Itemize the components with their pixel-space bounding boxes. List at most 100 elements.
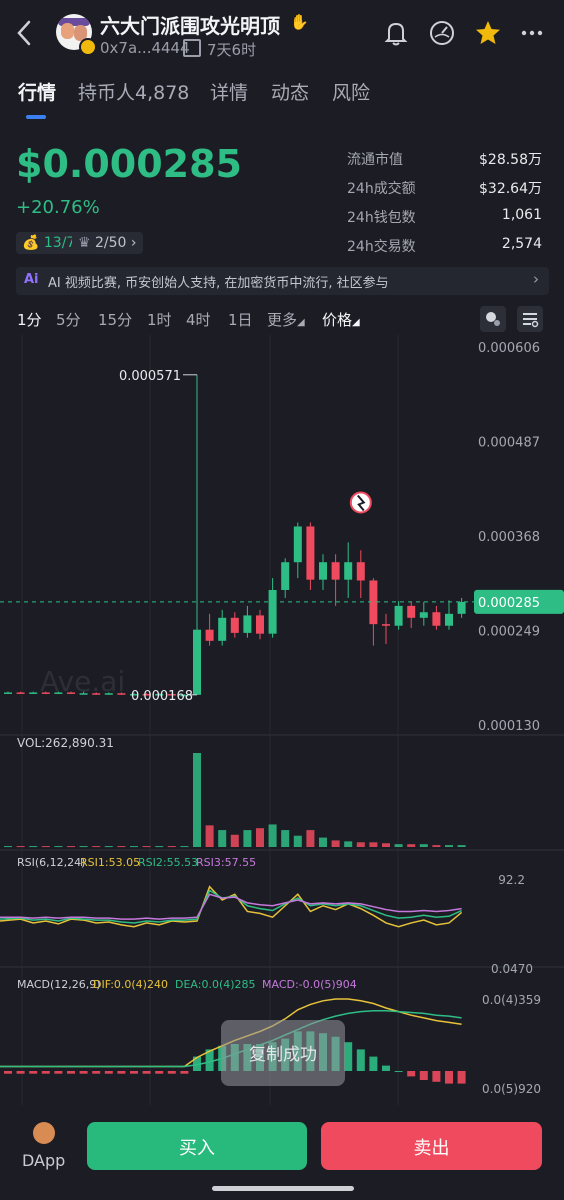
dapp-icon[interactable]	[33, 1122, 55, 1144]
ai-tag-icon: Ai	[24, 272, 39, 287]
caret-down-icon: ◢	[352, 317, 360, 328]
volume-bar	[319, 837, 327, 847]
money-bag-icon: 💰	[22, 235, 40, 251]
candle	[445, 613, 453, 626]
macd-histogram-bar	[41, 1071, 50, 1074]
timeframe-1m[interactable]: 1分	[17, 309, 42, 330]
volume-bar	[256, 828, 264, 847]
tab-risk[interactable]: 风险	[332, 78, 370, 105]
candle	[92, 693, 101, 695]
volume-bar	[281, 830, 290, 847]
price-mode-label: 价格	[322, 311, 353, 329]
candle	[331, 562, 340, 580]
volume-bar	[457, 845, 466, 847]
volume-bar	[344, 841, 353, 847]
stat-label-trades: 24h交易数	[347, 239, 416, 255]
copy-icon[interactable]	[183, 39, 201, 57]
chevron-right-icon: ›	[130, 235, 137, 251]
timeframe-15m[interactable]: 15分	[98, 309, 132, 330]
timeframe-1h[interactable]: 1时	[147, 309, 172, 330]
volume-bar	[293, 835, 302, 847]
ai-summary-bar[interactable]: Ai AI 视频比赛, 币安创始人支持, 在加密货币中流行, 社区参与 ›	[16, 267, 549, 295]
volume-bar	[382, 843, 390, 847]
macd-histogram-bar	[117, 1071, 126, 1074]
sell-button-label: 卖出	[413, 1138, 450, 1159]
candle	[268, 590, 277, 634]
candle	[16, 692, 25, 694]
star-icon[interactable]	[473, 18, 503, 48]
candlestick-chart[interactable]: Ave.ai 0.000606 0.000487 0.000368 0.000249 0…	[0, 335, 564, 1115]
volume-bar	[104, 846, 113, 848]
current-price-tag-text: 0.000285	[478, 596, 540, 611]
chart-settings-icon[interactable]	[517, 306, 543, 332]
volume-bar	[306, 830, 315, 847]
volume-bar	[369, 842, 378, 847]
tab-activity[interactable]: 动态	[271, 78, 309, 105]
back-icon[interactable]	[14, 18, 42, 52]
bell-icon[interactable]	[381, 18, 411, 48]
macd-histogram-bar	[356, 1049, 365, 1071]
rsi-legend-2: RSI2:55.53	[138, 856, 198, 869]
stat-value-market-cap: $28.58万	[479, 152, 542, 168]
volume-bar	[193, 753, 201, 847]
volume-bar	[4, 846, 12, 848]
price-axis-label: 0.000130	[478, 719, 540, 734]
macd-histogram-bar	[79, 1071, 88, 1074]
caret-down-icon: ◢	[297, 317, 305, 328]
gauge-icon[interactable]	[427, 18, 457, 48]
dapp-label[interactable]: DApp	[22, 1151, 65, 1170]
candle	[205, 629, 214, 641]
candle	[41, 692, 50, 694]
volume-bar	[92, 846, 101, 848]
indicator-tool-icon[interactable]	[480, 306, 506, 332]
macd-histogram-bar	[344, 1042, 353, 1071]
volume-bar	[419, 844, 428, 847]
timeframe-more[interactable]: 更多◢	[267, 309, 305, 330]
buy-button[interactable]: 买入	[87, 1122, 307, 1170]
rsi-label: RSI(6,12,24)	[17, 856, 85, 869]
volume-bar	[130, 846, 138, 848]
rank-badge[interactable]: ♛ 2/50 ›	[72, 232, 143, 254]
rsi-legend-1: RSI1:53.05	[80, 856, 140, 869]
volume-bar	[67, 846, 75, 848]
macd-histogram-bar	[142, 1071, 151, 1074]
candle	[356, 562, 365, 581]
contract-address[interactable]: 0x7a...4444	[100, 39, 190, 57]
macd-histogram-bar	[104, 1071, 113, 1074]
price-axis-label: 0.000368	[478, 530, 540, 545]
tab-holders[interactable]: 持币人4,878	[78, 78, 189, 105]
candle	[319, 562, 327, 580]
candle	[419, 612, 428, 618]
timeframe-5m[interactable]: 5分	[56, 309, 81, 330]
verified-hand-icon: ✋	[290, 13, 309, 31]
macd-histogram-bar	[67, 1071, 75, 1074]
timeframe-1d[interactable]: 1日	[228, 309, 253, 330]
macd-histogram-bar	[180, 1071, 189, 1074]
stat-label-volume: 24h成交额	[347, 181, 416, 197]
sell-button[interactable]: 卖出	[321, 1122, 542, 1170]
crown-icon: ♛	[78, 235, 91, 251]
macd-histogram-bar	[419, 1071, 428, 1080]
tab-details[interactable]: 详情	[210, 78, 248, 105]
home-indicator	[212, 1186, 354, 1191]
volume-bar	[331, 840, 340, 847]
macd-histogram-bar	[155, 1071, 164, 1074]
stat-value-trades: 2,574	[501, 236, 542, 252]
macd-histogram-bar	[130, 1071, 138, 1074]
macd-histogram-bar	[432, 1071, 441, 1082]
stat-value-volume: $32.64万	[479, 181, 542, 197]
macd-legend-2: DEA:0.0(4)285	[175, 978, 256, 991]
more-icon[interactable]	[517, 18, 547, 48]
candle	[293, 526, 302, 563]
volume-bar	[407, 844, 416, 847]
volume-bar	[16, 846, 25, 848]
tab-market[interactable]: 行情	[18, 78, 56, 105]
price-mode-select[interactable]: 价格◢	[322, 309, 360, 330]
high-price-annotation: 0.000571	[119, 369, 181, 384]
chevron-right-icon: ›	[533, 270, 539, 288]
candle	[218, 617, 227, 641]
timeframe-4h[interactable]: 4时	[186, 309, 211, 330]
volume-bar	[356, 842, 365, 847]
price-change: +20.76%	[16, 197, 100, 218]
candle	[306, 526, 315, 580]
